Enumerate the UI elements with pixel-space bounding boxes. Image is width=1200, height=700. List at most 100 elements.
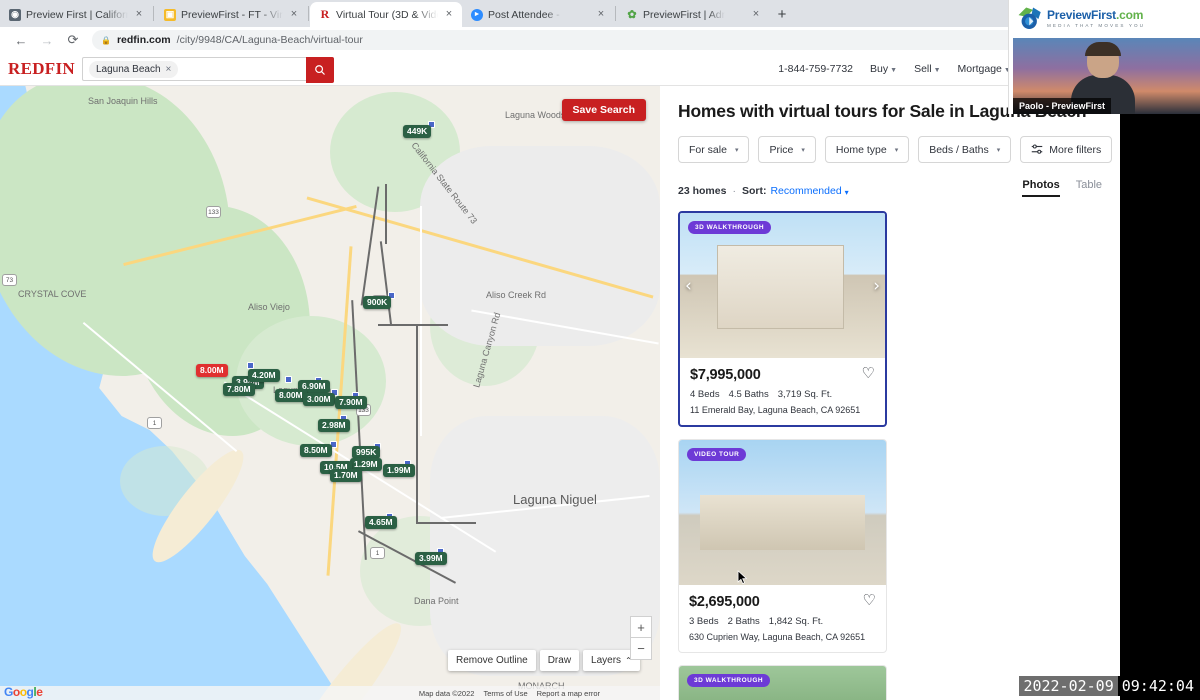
map-label: CRYSTAL COVE (18, 289, 87, 299)
filter-beds-baths[interactable]: Beds / Baths ▾ (918, 136, 1012, 163)
map-dot-pin[interactable] (247, 362, 254, 369)
map-price-pin[interactable]: 7.80M (223, 383, 255, 396)
map-urban-area (420, 146, 660, 346)
sort-value[interactable]: Recommended (770, 185, 841, 197)
zoom-icon: ► (471, 8, 483, 21)
nav-item-buy[interactable]: Buy ▼ (870, 63, 897, 75)
zoom-out-button[interactable]: − (630, 638, 652, 660)
tab-close-icon[interactable]: × (288, 9, 300, 20)
listing-photo[interactable]: VIDEO TOUR (679, 440, 886, 585)
map-search-outline (416, 324, 418, 524)
url-input[interactable]: 🔒 redfin.com/city/9948/CA/Laguna-Beach/v… (92, 30, 1139, 50)
remove-outline-button[interactable]: Remove Outline (448, 650, 536, 671)
reload-button[interactable]: ⟳ (60, 29, 86, 51)
map-price-pin[interactable]: 7.90M (335, 396, 367, 409)
search-button[interactable] (306, 57, 334, 83)
listing-details: $2,695,000 ♡ 3 Beds 2 Baths 1,842 Sq. Ft… (679, 585, 886, 652)
map-price-pin[interactable]: 4.20M (248, 369, 280, 382)
highway-shield: 1 (147, 417, 162, 429)
chevron-down-icon[interactable]: ▾ (845, 188, 849, 197)
browser-tab-0[interactable]: ◉ Preview First | California's Pre × (0, 2, 152, 27)
map-price-pin[interactable]: 8.00M (196, 364, 228, 377)
redfin-logo[interactable]: REDFIN (8, 59, 75, 79)
listing-card[interactable]: VIDEO TOUR $2,695,000 ♡ 3 Beds 2 Baths 1… (678, 439, 887, 653)
heart-icon[interactable]: ♡ (863, 593, 876, 608)
map-price-pin[interactable]: 4.65M (365, 516, 397, 529)
phone-number[interactable]: 1-844-759-7732 (778, 63, 853, 75)
map-price-pin[interactable]: 1.70M (330, 469, 362, 482)
filter-for-sale[interactable]: For sale ▾ (678, 136, 750, 163)
tab-photos[interactable]: Photos (1022, 179, 1060, 197)
homes-count: 23 homes (678, 185, 727, 197)
draw-button[interactable]: Draw (539, 650, 580, 671)
browser-tab-2[interactable]: R Virtual Tour (3D & Video) - Lag × (310, 2, 462, 27)
video-overlay[interactable]: PreviewFirst.com MEDIA THAT MOVES YOU Pa… (1008, 0, 1200, 114)
filter-label: Home type (835, 143, 887, 156)
map-price-pin[interactable]: 8.00M (275, 389, 307, 402)
new-tab-button[interactable]: + (769, 2, 795, 27)
tab-table[interactable]: Table (1076, 179, 1102, 197)
browser-tab-1[interactable]: ▣ PreviewFirst - FT - Virtual Mar × (155, 2, 307, 27)
house-photo (680, 213, 885, 358)
status-badge: 3D WALKTHROUGH (687, 674, 771, 687)
map-price-pin[interactable]: 3.99M (415, 552, 447, 565)
tab-close-icon[interactable]: × (133, 9, 145, 20)
next-photo-button[interactable]: › (873, 276, 880, 296)
search-input[interactable]: Laguna Beach × (82, 57, 334, 83)
save-search-button[interactable]: Save Search (561, 99, 646, 121)
close-icon[interactable]: × (166, 64, 172, 75)
filter-more[interactable]: More filters (1020, 136, 1113, 163)
back-button[interactable]: ← (8, 29, 34, 51)
map-canvas[interactable]: 133 73 133 1 133 1 1 San Joaquin HillsLa… (0, 86, 660, 700)
tab-close-icon[interactable]: × (443, 9, 455, 20)
forward-button[interactable]: → (34, 29, 60, 51)
listing-photo[interactable]: 3D WALKTHROUGH ‹ › (680, 213, 885, 358)
tab-label: Virtual Tour (3D & Video) - Lag (336, 8, 438, 21)
listing-card[interactable]: 3D WALKTHROUGH ‹ › $7,995,000 ♡ 4 Beds 4… (678, 211, 887, 427)
brand-tld: .com (1115, 8, 1144, 22)
zoom-in-button[interactable]: + (630, 616, 652, 638)
listing-photo[interactable]: 3D WALKTHROUGH (679, 666, 886, 700)
tab-label: Post Attendee - Zoom (488, 8, 562, 21)
map-price-pin[interactable]: 3.00M (303, 393, 335, 406)
map-zoom-controls: + − (630, 616, 652, 660)
map-label: San Joaquin Hills (88, 96, 158, 106)
map-dot-pin[interactable] (285, 376, 292, 383)
presenter-name-label: Paolo - PreviewFirst (1013, 98, 1112, 114)
beds: 4 Beds (690, 389, 720, 400)
browser-tab-4[interactable]: ✿ PreviewFirst | Admin × (617, 2, 769, 27)
separator: · (732, 185, 736, 197)
listing-price: $7,995,000 (690, 367, 761, 383)
screen-right-black-area (1120, 114, 1200, 700)
terms-of-use-link[interactable]: Terms of Use (483, 689, 527, 698)
tab-close-icon[interactable]: × (750, 9, 762, 20)
map-attribution: Map data ©2022 Terms of Use Report a map… (0, 686, 660, 700)
nav-item-sell[interactable]: Sell ▼ (914, 63, 940, 75)
highway-shield: 1 (370, 547, 385, 559)
filter-price[interactable]: Price ▾ (758, 136, 816, 163)
listing-card[interactable]: 3D WALKTHROUGH $449,000 ♡ 2 Beds 2 Baths… (678, 665, 887, 700)
draw-label: Draw (547, 655, 572, 666)
nav-item-mortgage[interactable]: Mortgage▼ (958, 63, 1011, 75)
tab-divider (615, 6, 616, 21)
timestamp-date: 2022-02-09 (1019, 676, 1118, 696)
previewfirst-wordmark: PreviewFirst.com MEDIA THAT MOVES YOU (1047, 9, 1145, 28)
filter-home-type[interactable]: Home type ▾ (824, 136, 910, 163)
map-price-pin[interactable]: 995K (352, 446, 381, 459)
map-price-pin[interactable]: 2.98M (318, 419, 350, 432)
prev-photo-button[interactable]: ‹ (685, 276, 692, 296)
report-map-error-link[interactable]: Report a map error (537, 689, 600, 698)
chevron-down-icon: ▾ (734, 146, 739, 154)
tab-close-icon[interactable]: × (595, 9, 607, 20)
view-tabs: Photos Table (1022, 179, 1102, 197)
sort-label: Sort: (741, 185, 767, 197)
map-price-pin[interactable]: 1.99M (383, 464, 415, 477)
brand-name: PreviewFirst (1047, 8, 1116, 22)
heart-icon[interactable]: ♡ (862, 366, 875, 381)
map-price-pin[interactable]: 900K (363, 296, 392, 309)
map-price-pin[interactable]: 8.50M (300, 444, 332, 457)
map-price-pin[interactable]: 449K (403, 125, 432, 138)
search-chip[interactable]: Laguna Beach × (89, 60, 179, 78)
webcam-video[interactable]: Paolo - PreviewFirst (1013, 38, 1200, 114)
browser-tab-3[interactable]: ► Post Attendee - Zoom × (462, 2, 614, 27)
